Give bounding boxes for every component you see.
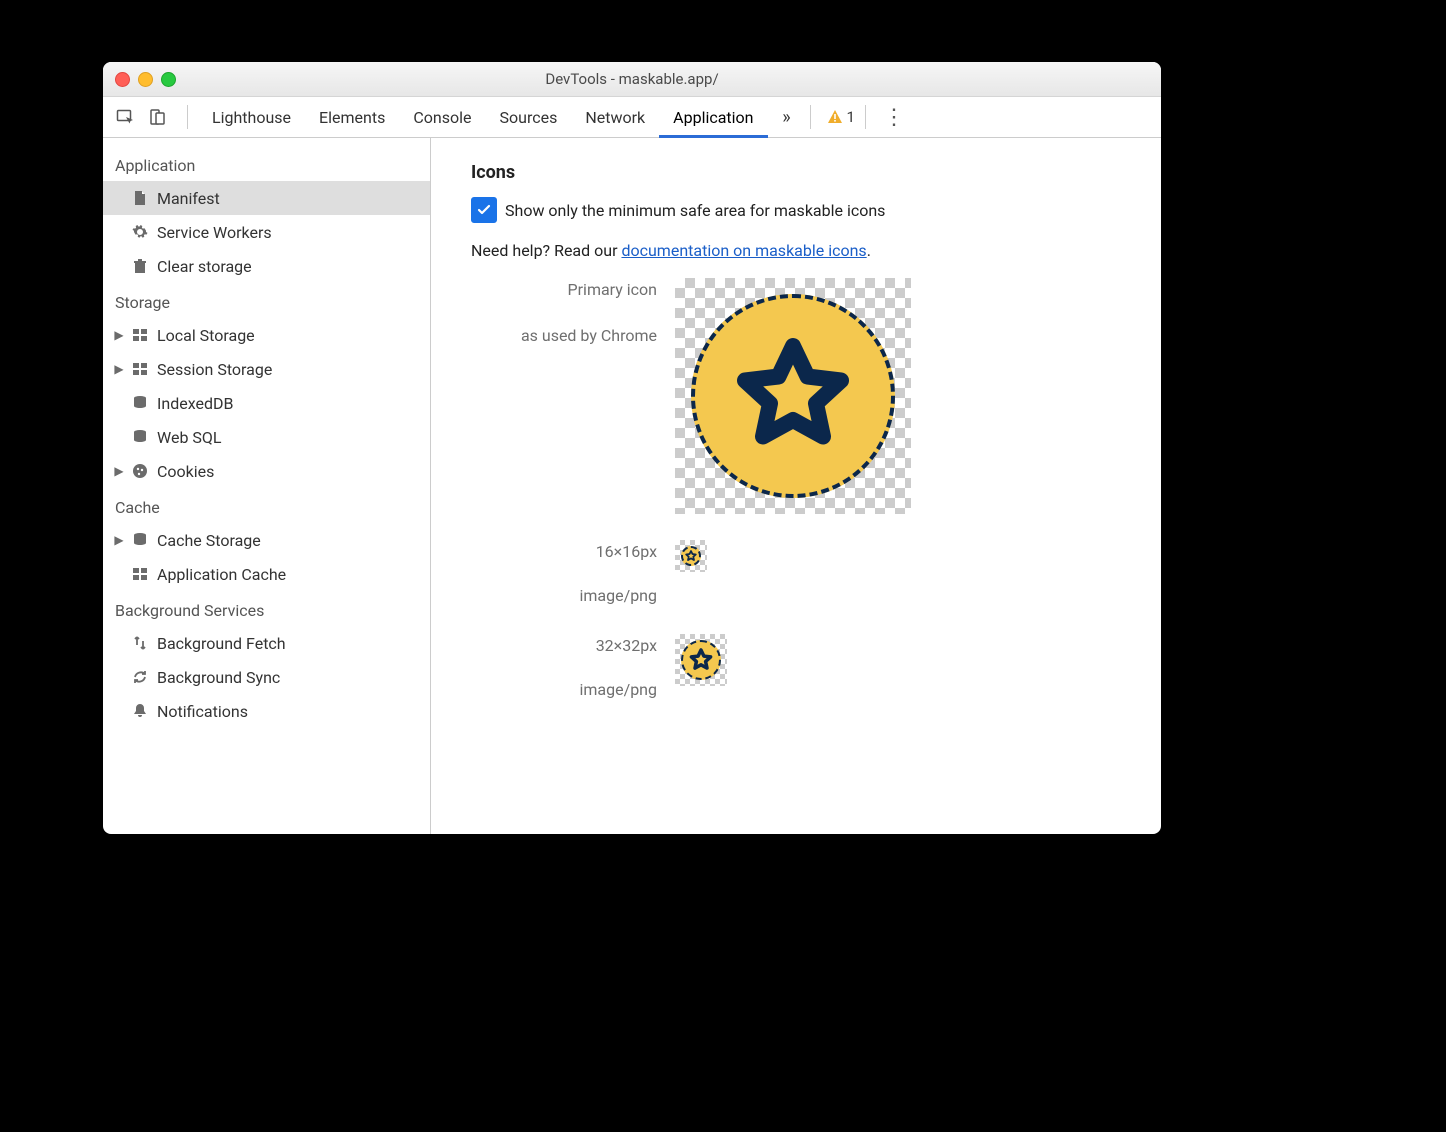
menu-icon[interactable]: ⋮	[882, 105, 906, 130]
help-link[interactable]: documentation on maskable icons	[621, 241, 866, 260]
chevron-right-icon: ▶	[113, 328, 125, 342]
check-icon	[477, 203, 491, 217]
device-icon[interactable]	[145, 105, 169, 129]
grid-icon	[131, 565, 149, 583]
tabs: Lighthouse Elements Console Sources Netw…	[198, 97, 768, 137]
sidebar-item-service-workers[interactable]: Service Workers	[103, 215, 430, 249]
db-icon	[131, 428, 149, 446]
sidebar: Application Manifest Service Workers Clear …	[103, 138, 431, 834]
sidebar-item-label: Clear storage	[157, 257, 252, 276]
fetch-icon	[131, 634, 149, 652]
toolbar: Lighthouse Elements Console Sources Netw…	[103, 97, 1161, 138]
inspect-icon[interactable]	[113, 105, 137, 129]
icon-mime: image/png	[471, 678, 657, 702]
tab-console[interactable]: Console	[399, 97, 485, 137]
sidebar-item-label: IndexedDB	[157, 394, 233, 413]
sidebar-section-background-services: Background Services	[103, 591, 430, 626]
sidebar-item-indexeddb[interactable]: IndexedDB	[103, 386, 430, 420]
help-suffix: .	[867, 241, 871, 260]
icon-label: 16×16px image/png	[471, 540, 675, 608]
sidebar-section-storage: Storage	[103, 283, 430, 318]
sidebar-item-application-cache[interactable]: Application Cache	[103, 557, 430, 591]
safe-area-checkbox-row: Show only the minimum safe area for mask…	[471, 197, 1121, 223]
sidebar-item-background-fetch[interactable]: Background Fetch	[103, 626, 430, 660]
primary-icon-label: Primary icon as used by Chrome	[471, 278, 675, 348]
file-icon	[131, 189, 149, 207]
tab-elements[interactable]: Elements	[305, 97, 399, 137]
safe-area-label: Show only the minimum safe area for mask…	[505, 201, 885, 220]
sidebar-section-cache: Cache	[103, 488, 430, 523]
db-icon	[131, 531, 149, 549]
tab-lighthouse[interactable]: Lighthouse	[198, 97, 305, 137]
main-panel: Icons Show only the minimum safe area fo…	[431, 138, 1161, 834]
chevron-right-icon: ▶	[113, 362, 125, 376]
sync-icon	[131, 668, 149, 686]
chevron-right-icon: ▶	[113, 464, 125, 478]
sidebar-item-label: Background Fetch	[157, 634, 286, 653]
sidebar-item-cookies[interactable]: ▶ Cookies	[103, 454, 430, 488]
sidebar-item-label: Local Storage	[157, 326, 255, 345]
tab-application[interactable]: Application	[659, 97, 767, 137]
sidebar-item-label: Service Workers	[157, 223, 272, 242]
grid-icon	[131, 360, 149, 378]
section-title: Icons	[471, 162, 1121, 183]
primary-label-1: Primary icon	[471, 278, 657, 302]
sidebar-item-label: Notifications	[157, 702, 248, 721]
icon-entry: 16×16px image/png	[471, 540, 1121, 608]
safe-area-checkbox[interactable]	[471, 197, 497, 223]
icon-preview	[675, 540, 707, 572]
cookie-icon	[131, 462, 149, 480]
sidebar-item-label: Web SQL	[157, 428, 222, 447]
primary-icon-row: Primary icon as used by Chrome	[471, 278, 1121, 514]
bell-icon	[131, 702, 149, 720]
trash-icon	[131, 257, 149, 275]
help-text: Need help? Read our documentation on mas…	[471, 241, 1121, 260]
warning-indicator[interactable]: 1	[827, 108, 855, 126]
sidebar-item-clear-storage[interactable]: Clear storage	[103, 249, 430, 283]
sidebar-item-local-storage[interactable]: ▶ Local Storage	[103, 318, 430, 352]
icon-mime: image/png	[471, 584, 657, 608]
tab-network[interactable]: Network	[571, 97, 659, 137]
icon-label: 32×32px image/png	[471, 634, 675, 702]
sidebar-item-label: Background Sync	[157, 668, 280, 687]
help-prefix: Need help? Read our	[471, 241, 621, 260]
separator	[810, 105, 811, 129]
tab-sources[interactable]: Sources	[486, 97, 572, 137]
icon-size: 16×16px	[471, 540, 657, 564]
sidebar-item-label: Cache Storage	[157, 531, 261, 550]
sidebar-item-notifications[interactable]: Notifications	[103, 694, 430, 728]
window-title: DevTools - maskable.app/	[103, 70, 1161, 88]
grid-icon	[131, 326, 149, 344]
separator	[187, 105, 188, 129]
icon-entry: 32×32px image/png	[471, 634, 1121, 702]
sidebar-item-cache-storage[interactable]: ▶ Cache Storage	[103, 523, 430, 557]
sidebar-item-label: Manifest	[157, 189, 220, 208]
primary-icon-preview	[675, 278, 911, 514]
sidebar-item-session-storage[interactable]: ▶ Session Storage	[103, 352, 430, 386]
warning-icon	[827, 109, 843, 125]
sidebar-item-label: Application Cache	[157, 565, 286, 584]
separator	[865, 105, 866, 129]
devtools-window: DevTools - maskable.app/ Lighthouse Elem…	[103, 62, 1161, 834]
sidebar-section-application: Application	[103, 146, 430, 181]
db-icon	[131, 394, 149, 412]
sidebar-item-label: Cookies	[157, 462, 214, 481]
chevron-right-icon: ▶	[113, 533, 125, 547]
titlebar: DevTools - maskable.app/	[103, 62, 1161, 97]
more-tabs-icon[interactable]: »	[774, 107, 800, 128]
sidebar-item-web-sql[interactable]: Web SQL	[103, 420, 430, 454]
icon-size: 32×32px	[471, 634, 657, 658]
sidebar-item-background-sync[interactable]: Background Sync	[103, 660, 430, 694]
gear-icon	[131, 223, 149, 241]
icon-preview	[675, 634, 727, 686]
warning-count: 1	[847, 108, 855, 126]
primary-label-2: as used by Chrome	[471, 324, 657, 348]
sidebar-item-label: Session Storage	[157, 360, 272, 379]
sidebar-item-manifest[interactable]: Manifest	[103, 181, 430, 215]
